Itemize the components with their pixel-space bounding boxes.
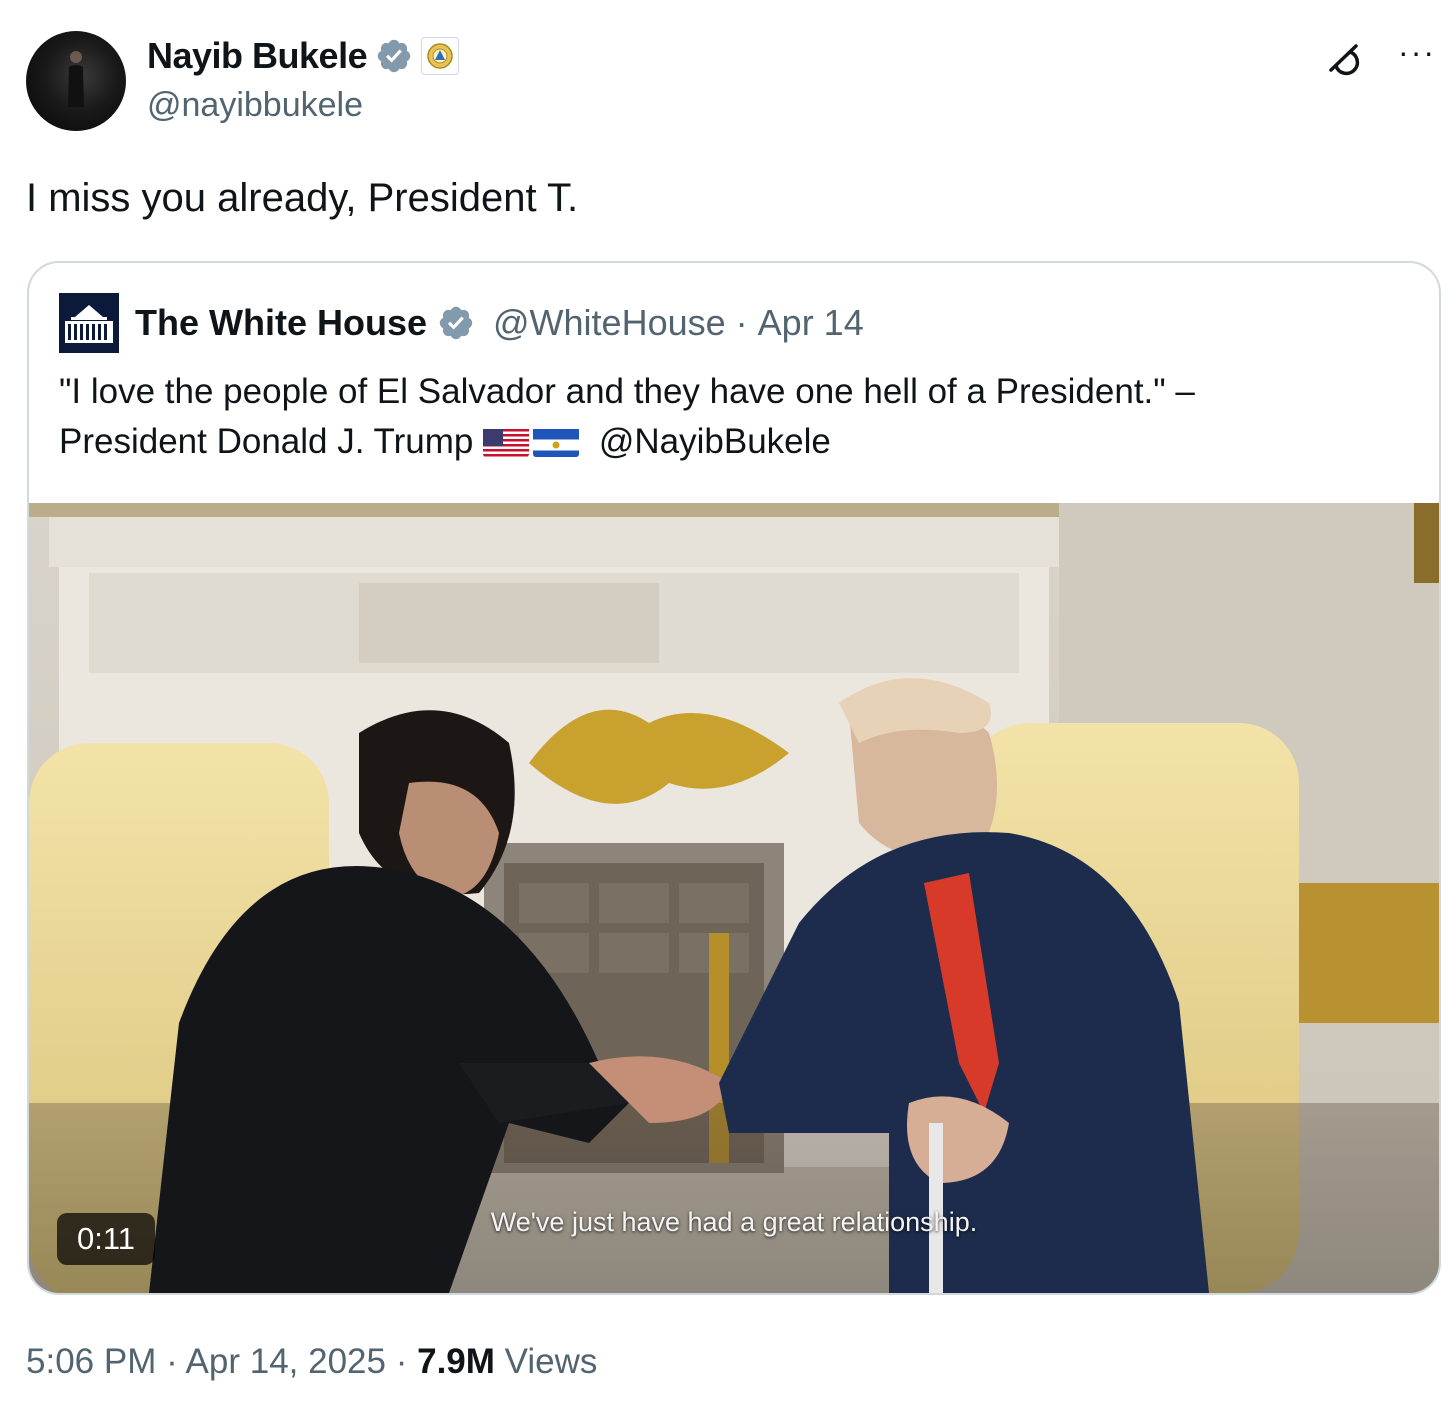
separator: ·: [395, 1342, 408, 1381]
tweet-actions: ···: [1322, 36, 1436, 80]
tweet-date[interactable]: Apr 14, 2025: [186, 1342, 386, 1381]
quoted-text-line2-prefix: President Donald J. Trump: [59, 422, 474, 461]
views-label: Views: [504, 1342, 598, 1381]
video-caption: We've just have had a great relationship…: [490, 1207, 978, 1237]
more-icon[interactable]: ···: [1398, 36, 1436, 68]
verified-badge-icon[interactable]: [437, 304, 475, 342]
author-avatar[interactable]: [26, 31, 126, 131]
separator: ·: [735, 302, 748, 343]
views-count: 7.9M: [417, 1342, 495, 1381]
quoted-header: The White House @WhiteHouse · Apr 14: [59, 293, 864, 353]
quoted-tweet[interactable]: The White House @WhiteHouse · Apr 14 "I …: [27, 261, 1441, 1295]
quoted-author-name[interactable]: The White House: [135, 302, 427, 344]
government-seal-icon[interactable]: [421, 37, 460, 75]
author-name-row: Nayib Bukele: [147, 34, 460, 78]
author-name[interactable]: Nayib Bukele: [147, 35, 368, 77]
separator: ·: [166, 1342, 178, 1381]
tweet-meta: 5:06 PM · Apr 14, 2025 · 7.9M Views: [26, 1342, 597, 1382]
mention-link[interactable]: @NayibBukele: [599, 422, 831, 461]
video-thumbnail: [29, 503, 1439, 1293]
avatar-figure: [68, 51, 84, 107]
quoted-text-line2: President Donald J. Trump @NayibBukele: [59, 417, 1359, 467]
el-salvador-flag-icon: [533, 425, 580, 457]
author-handle[interactable]: @nayibbukele: [147, 86, 363, 125]
tweet-time[interactable]: 5:06 PM: [26, 1342, 156, 1381]
quoted-date[interactable]: Apr 14: [758, 302, 864, 344]
quoted-author-handle[interactable]: @WhiteHouse: [493, 302, 726, 344]
quoted-text: "I love the people of El Salvador and th…: [59, 367, 1359, 467]
video-player[interactable]: 0:11 We've just have had a great relatio…: [29, 503, 1439, 1293]
white-house-logo-icon[interactable]: [59, 293, 119, 353]
quoted-text-line1: "I love the people of El Salvador and th…: [59, 372, 1195, 411]
us-flag-icon: [483, 425, 530, 457]
grok-icon[interactable]: [1322, 38, 1364, 80]
tweet-text: I miss you already, President T.: [26, 176, 579, 220]
verified-badge-icon[interactable]: [375, 37, 413, 75]
